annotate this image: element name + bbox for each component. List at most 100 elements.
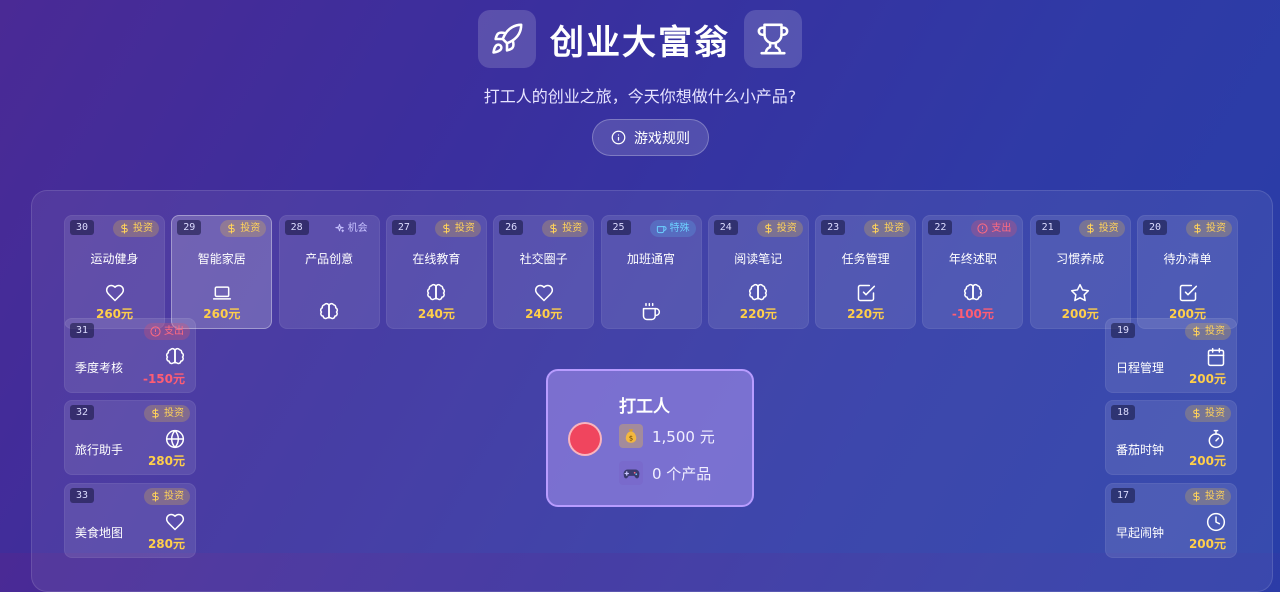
- page-title: 创业大富翁: [550, 22, 730, 63]
- laptop-icon: [212, 283, 232, 303]
- cell-type-badge: 投资: [1186, 220, 1232, 237]
- game-rules-label: 游戏规则: [634, 130, 690, 147]
- coffee-icon: [641, 302, 661, 322]
- cell-number: 23: [821, 220, 846, 235]
- dollar-icon: [228, 223, 235, 234]
- board-cell[interactable]: 27 投资在线教育 240元: [385, 215, 487, 329]
- cell-number: 32: [70, 405, 94, 420]
- dollar-icon: [765, 223, 772, 234]
- brain-icon: [165, 347, 185, 367]
- cell-name: 年终述职: [948, 252, 997, 266]
- cell-value: 200元: [1188, 454, 1226, 468]
- trophy-icon: [744, 10, 802, 68]
- board-cell[interactable]: 20 投资 待办清单 200元: [1137, 215, 1238, 329]
- board-cell[interactable]: 23 投资 任务管理 220元: [815, 215, 917, 329]
- board-cell[interactable]: 30 投资 运动健身 260元: [64, 215, 165, 329]
- cell-value: 240元: [525, 307, 563, 321]
- cell-number: 27: [391, 220, 416, 235]
- board-cell[interactable]: 21 投资 习惯养成 200元: [1029, 215, 1131, 329]
- cell-name: 阅读笔记: [734, 252, 783, 266]
- info-icon: [611, 130, 626, 145]
- cell-name: 智能家居: [197, 252, 246, 266]
- cell-type-label: 支出: [164, 326, 184, 337]
- player-products-row: 0 个产品: [619, 461, 711, 485]
- cell-type-badge: 投资: [434, 220, 481, 237]
- cell-name: 日程管理: [1116, 361, 1165, 375]
- heart-icon: [534, 283, 554, 303]
- stopwatch-icon: [1206, 429, 1226, 449]
- money-bag-icon: $: [619, 424, 643, 448]
- cell-type-badge: 投资: [144, 405, 190, 422]
- cell-number: 29: [177, 220, 202, 235]
- board-cell[interactable]: 25 特殊 加班通宵: [600, 215, 702, 329]
- cell-number: 26: [499, 220, 524, 235]
- coffee-icon: [656, 226, 667, 234]
- cell-number: 24: [713, 220, 738, 235]
- player-products: 0 个产品: [652, 464, 712, 483]
- cell-type-label: 特殊: [669, 223, 690, 234]
- cell-number: 20: [1143, 220, 1167, 235]
- game-rules-button[interactable]: 游戏规则: [592, 119, 709, 156]
- cell-value: -100元: [951, 307, 994, 321]
- board-cell[interactable]: 29 投资 智能家居 260元: [171, 215, 273, 329]
- cell-name: 旅行助手: [75, 443, 124, 457]
- cell-number: 30: [70, 220, 94, 235]
- cell-name: 运动健身: [90, 252, 139, 266]
- board-cell[interactable]: 26 投资 社交圈子 240元: [493, 215, 595, 329]
- cell-type-label: 投资: [454, 223, 475, 234]
- cell-type-badge: 机会: [328, 220, 374, 237]
- cell-value: 200元: [1188, 372, 1226, 386]
- cell-number: 17: [1111, 488, 1135, 503]
- cell-type-label: 支出: [991, 223, 1012, 234]
- header: 创业大富翁 打工人的创业之旅，今天你想做什么小产品?: [0, 10, 1280, 107]
- cell-number: 19: [1111, 323, 1135, 338]
- cell-number: 28: [284, 220, 309, 235]
- cell-number: 25: [606, 220, 631, 235]
- cell-name: 在线教育: [412, 252, 461, 266]
- player-name: 打工人: [619, 397, 670, 417]
- gamepad-icon: [619, 461, 643, 485]
- dollar-icon: [1086, 223, 1094, 234]
- cell-type-label: 投资: [884, 223, 905, 234]
- brain-icon: [426, 283, 446, 303]
- cell-type-badge: 投资: [1185, 323, 1231, 340]
- cell-value: 280元: [147, 454, 185, 468]
- dollar-icon: [152, 491, 159, 502]
- cell-type-badge: 投资: [220, 220, 267, 237]
- dollar-icon: [152, 408, 159, 419]
- board-cell[interactable]: 33 投资 美食地图 280元: [64, 483, 196, 558]
- cell-number: 31: [70, 323, 94, 338]
- cell-value: 240元: [417, 307, 455, 321]
- cell-value: 220元: [847, 307, 885, 321]
- board-cell[interactable]: 31 支出 季度考核 -150元: [64, 318, 196, 393]
- cell-name: 番茄时钟: [1116, 443, 1165, 457]
- dollar-icon: [1194, 223, 1201, 234]
- cell-type-badge: 支出: [971, 220, 1018, 237]
- board-cell[interactable]: 19 投资日程管理 200元: [1105, 318, 1237, 393]
- rocket-icon: [478, 10, 536, 68]
- subtitle: 打工人的创业之旅，今天你想做什么小产品?: [483, 87, 797, 106]
- brain-icon: [319, 302, 339, 322]
- cell-type-badge: 支出: [144, 323, 190, 340]
- player-money-row: $ 1,500 元: [619, 424, 715, 448]
- checkbox-icon: [856, 283, 876, 303]
- cell-type-label: 机会: [347, 223, 368, 234]
- board-cell[interactable]: 32 投资旅行助手 280元: [64, 400, 196, 475]
- board-cell[interactable]: 22 支出 年终述职 -100元: [922, 215, 1024, 329]
- brain-icon: [963, 283, 983, 303]
- board-cell[interactable]: 24 投资 阅读笔记 220元: [707, 215, 809, 329]
- dollar-icon: [121, 223, 128, 234]
- cell-type-label: 投资: [562, 223, 583, 234]
- dollar-icon: [1193, 408, 1200, 419]
- cell-type-badge: 特殊: [649, 220, 696, 237]
- board-cell[interactable]: 17 投资 早起闹钟 200元: [1105, 483, 1237, 558]
- sparkles-icon: [334, 223, 344, 233]
- player-token: [568, 422, 602, 456]
- board-cell[interactable]: 18 投资 番茄时钟 200元: [1105, 400, 1237, 475]
- brain-icon: [748, 283, 768, 303]
- checkbox-icon: [1178, 283, 1198, 303]
- board-cell[interactable]: 28 机会产品创意: [278, 215, 380, 329]
- cell-type-label: 投资: [1206, 223, 1226, 234]
- cell-name: 季度考核: [75, 361, 124, 375]
- cell-name: 产品创意: [305, 252, 354, 266]
